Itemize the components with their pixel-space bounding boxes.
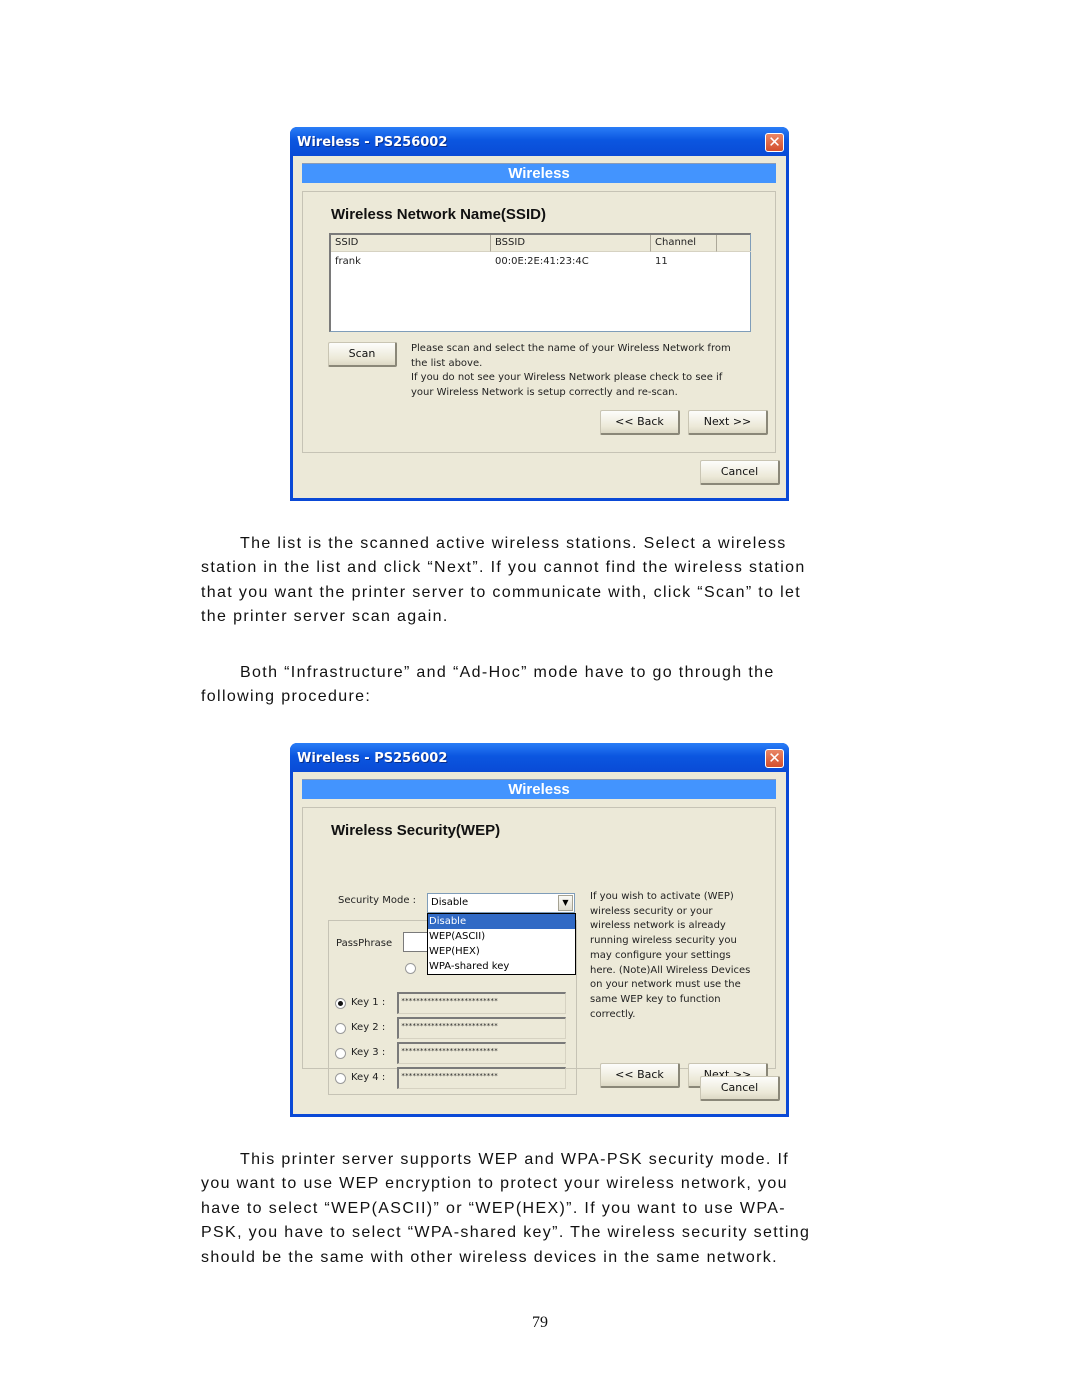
key4-label: Key 4 : (351, 1072, 386, 1083)
text-line: the printer server scan again. (201, 608, 449, 626)
column-header-bssid[interactable]: BSSID (491, 235, 651, 252)
security-mode-dropdown[interactable]: Disable WEP(ASCII) WEP(HEX) WPA-shared k… (427, 913, 576, 975)
text-line: Both “Infrastructure” and “Ad-Hoc” mode … (240, 664, 775, 681)
window-title: Wireless - PS256002 (297, 751, 448, 766)
close-icon: ✕ (768, 133, 781, 151)
scan-button[interactable]: Scan (328, 342, 397, 367)
window-title: Wireless - PS256002 (297, 135, 448, 150)
help-line: If you do not see your Wireless Network … (411, 372, 723, 384)
network-list[interactable]: SSID BSSID Channel frank 00:0E:2E:41:23:… (329, 233, 751, 332)
help-line: correctly. (590, 1008, 636, 1020)
key3-radio[interactable] (335, 1048, 346, 1059)
wireless-banner: Wireless (302, 779, 776, 799)
key3-label: Key 3 : (351, 1047, 386, 1058)
help-line: wireless security or your (590, 905, 713, 917)
close-button[interactable]: ✕ (765, 749, 784, 768)
ssid-panel: Wireless Network Name(SSID) SSID BSSID C… (302, 191, 776, 453)
text-line: should be the same with other wireless d… (201, 1248, 778, 1266)
dropdown-option-wpa-shared-key[interactable]: WPA-shared key (428, 959, 575, 974)
text-line: you want to use WEP encryption to protec… (201, 1175, 788, 1193)
back-button[interactable]: << Back (600, 410, 680, 435)
next-button[interactable]: Next >> (688, 410, 768, 435)
help-line: the list above. (411, 357, 483, 369)
key4-input[interactable]: ************************** (397, 1067, 566, 1089)
cell-ssid: frank (335, 256, 361, 267)
security-mode-select[interactable]: Disable ▼ (427, 893, 575, 913)
column-header-channel[interactable]: Channel (651, 235, 717, 252)
text-line: This printer server supports WEP and WPA… (240, 1151, 790, 1168)
close-icon: ✕ (768, 749, 781, 767)
key1-radio[interactable] (335, 998, 346, 1009)
cancel-button[interactable]: Cancel (700, 460, 780, 485)
key1-label: Key 1 : (351, 997, 386, 1008)
chevron-down-icon[interactable]: ▼ (558, 895, 573, 911)
wireless-banner: Wireless (302, 163, 776, 183)
section-title: Wireless Security(WEP) (331, 822, 501, 839)
scan-help-text: Please scan and select the name of your … (411, 342, 761, 401)
column-header-empty (717, 235, 751, 252)
security-panel: Wireless Security(WEP) Security Mode : D… (302, 807, 776, 1095)
close-button[interactable]: ✕ (765, 133, 784, 152)
section-title: Wireless Network Name(SSID) (331, 206, 546, 223)
wireless-security-dialog: Wireless - PS256002 ✕ Wireless Wireless … (290, 743, 789, 1117)
cancel-button[interactable]: Cancel (700, 1076, 780, 1101)
help-line: here. (Note)All Wireless Devices (590, 964, 751, 976)
security-mode-label: Security Mode : (338, 895, 417, 906)
paragraph-modes: Both “Infrastructure” and “Ad-Hoc” mode … (201, 661, 901, 710)
help-line: wireless network is already (590, 920, 726, 932)
help-line: running wireless security you (590, 935, 737, 947)
text-line: PSK, you have to select “WPA-shared key”… (201, 1224, 811, 1242)
help-line: your Wireless Network is setup correctly… (411, 387, 678, 399)
passphrase-label: PassPhrase (336, 938, 393, 949)
title-bar[interactable]: Wireless - PS256002 ✕ (290, 743, 789, 772)
title-bar[interactable]: Wireless - PS256002 ✕ (290, 127, 789, 156)
key4-radio[interactable] (335, 1073, 346, 1084)
text-line: The list is the scanned active wireless … (240, 535, 787, 552)
text-line: station in the list and click “Next”. If… (201, 559, 806, 577)
text-line: that you want the printer server to comm… (201, 583, 802, 601)
passphrase-input[interactable] (403, 932, 429, 952)
text-line: following procedure: (201, 688, 372, 706)
dialog-client: Wireless Wireless Network Name(SSID) SSI… (293, 156, 786, 498)
key3-input[interactable]: ************************** (397, 1042, 566, 1064)
cell-channel: 11 (655, 256, 668, 267)
paragraph-security-modes: This printer server supports WEP and WPA… (201, 1148, 901, 1270)
page-number: 79 (532, 1314, 548, 1331)
column-header-ssid[interactable]: SSID (331, 235, 491, 252)
key2-label: Key 2 : (351, 1022, 386, 1033)
security-mode-value: Disable (431, 897, 469, 908)
wireless-ssid-dialog: Wireless - PS256002 ✕ Wireless Wireless … (290, 127, 789, 501)
help-line: same WEP key to function (590, 993, 721, 1005)
help-line: Please scan and select the name of your … (411, 343, 731, 354)
paragraph-scan-list: The list is the scanned active wireless … (201, 532, 901, 630)
generate-radio[interactable] (405, 963, 416, 974)
dropdown-option-wep-hex[interactable]: WEP(HEX) (428, 944, 575, 959)
key2-radio[interactable] (335, 1023, 346, 1034)
text-line: have to select “WEP(ASCII)” or “WEP(HEX)… (201, 1199, 786, 1217)
key1-input[interactable]: ************************** (397, 992, 566, 1014)
help-line: may configure your settings (590, 949, 731, 961)
cell-bssid: 00:0E:2E:41:23:4C (495, 256, 589, 267)
back-button[interactable]: << Back (600, 1063, 680, 1088)
dialog-client: Wireless Wireless Security(WEP) Security… (293, 772, 786, 1114)
dropdown-option-disable[interactable]: Disable (428, 914, 575, 929)
help-line: If you wish to activate (WEP) (590, 891, 734, 902)
security-help-text: If you wish to activate (WEP) wireless s… (590, 890, 770, 1022)
help-line: on your network must use the (590, 979, 741, 991)
list-header: SSID BSSID Channel (331, 235, 751, 252)
key2-input[interactable]: ************************** (397, 1017, 566, 1039)
dropdown-option-wep-ascii[interactable]: WEP(ASCII) (428, 929, 575, 944)
